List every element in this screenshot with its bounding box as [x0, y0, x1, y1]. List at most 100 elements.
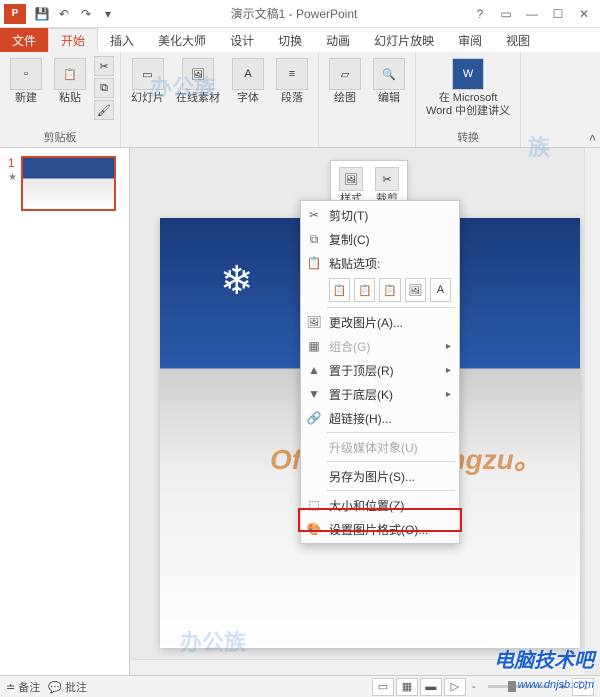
ribbon-group-drawing: ▱ 绘图 🔍 编辑 — [319, 52, 416, 147]
paste-button[interactable]: 📋 粘贴 — [50, 56, 90, 107]
style-icon: 🖼 — [339, 167, 363, 191]
snowflake-graphic: ❄ — [220, 258, 254, 304]
slide-thumbnails-panel: 1 ★ — [0, 148, 130, 675]
ribbon-group-convert: W 在 Microsoft Word 中创建讲义 转换 — [416, 52, 521, 147]
paste-option-2[interactable]: 📋 — [354, 278, 375, 302]
paste-option-5[interactable]: A — [430, 278, 451, 302]
ribbon-options-icon[interactable]: ▭ — [494, 4, 518, 24]
paste-icon: 📋 — [54, 58, 86, 90]
window-controls: ? ▭ — ☐ ✕ — [468, 4, 600, 24]
paste-icon: 📋 — [305, 254, 323, 272]
cm-separator — [327, 490, 455, 491]
editing-icon: 🔍 — [373, 58, 405, 90]
cm-size-position[interactable]: ⬚ 大小和位置(Z)... — [301, 493, 459, 517]
tab-home[interactable]: 开始 — [48, 28, 98, 52]
size-icon: ⬚ — [305, 496, 323, 514]
slide-thumbnail[interactable]: 1 ★ — [8, 156, 121, 211]
cm-upgrade-media: 升级媒体对象(U) — [301, 435, 459, 459]
title-bar: P 💾 ↶ ↷ ▾ 演示文稿1 - PowerPoint ? ▭ — ☐ ✕ — [0, 0, 600, 28]
minimize-icon[interactable]: — — [520, 4, 544, 24]
reading-view-icon[interactable]: ▬ — [420, 678, 442, 696]
status-bar: ≐ 备注 💬 批注 ▭ ▦ ▬ ▷ - + ⛶ — [0, 675, 600, 697]
tab-design[interactable]: 设计 — [218, 28, 266, 52]
help-icon[interactable]: ? — [468, 4, 492, 24]
new-slide-icon: ▫ — [10, 58, 42, 90]
paste-option-1[interactable]: 📋 — [329, 278, 350, 302]
app-icon: P — [4, 4, 26, 24]
redo-icon[interactable]: ↷ — [78, 6, 94, 22]
new-slide-button[interactable]: ▫ 新建 — [6, 56, 46, 107]
tab-animations[interactable]: 动画 — [314, 28, 362, 52]
save-icon[interactable]: 💾 — [34, 6, 50, 22]
paste-option-3[interactable]: 📋 — [379, 278, 400, 302]
tab-file[interactable]: 文件 — [0, 28, 48, 52]
drawing-button[interactable]: ▱ 绘图 — [325, 56, 365, 107]
send-back-icon: ▼ — [305, 385, 323, 403]
paste-options-row: 📋 📋 📋 🖼 A — [301, 275, 459, 305]
sorter-view-icon[interactable]: ▦ — [396, 678, 418, 696]
chevron-right-icon: ▸ — [446, 389, 451, 400]
font-button[interactable]: A 字体 — [228, 56, 268, 107]
bring-front-icon: ▲ — [305, 361, 323, 379]
cm-save-as-picture[interactable]: 另存为图片(S)... — [301, 464, 459, 488]
thumbnail-number: 1 — [8, 156, 17, 170]
ribbon-group-clipboard: ▫ 新建 📋 粘贴 ✂ ⧉ 🖌 剪贴板 — [0, 52, 121, 147]
notes-button[interactable]: ≐ 备注 — [6, 679, 40, 695]
format-painter-icon[interactable]: 🖌 — [94, 100, 114, 120]
window-title: 演示文稿1 - PowerPoint — [120, 5, 468, 22]
cut-icon[interactable]: ✂ — [94, 56, 114, 76]
tab-insert[interactable]: 插入 — [98, 28, 146, 52]
cm-cut[interactable]: ✂ 剪切(T) — [301, 203, 459, 227]
copy-icon[interactable]: ⧉ — [94, 78, 114, 98]
close-icon[interactable]: ✕ — [572, 4, 596, 24]
maximize-icon[interactable]: ☐ — [546, 4, 570, 24]
paragraph-button[interactable]: ≡ 段落 — [272, 56, 312, 107]
cm-bring-front[interactable]: ▲ 置于顶层(R) ▸ — [301, 358, 459, 382]
vertical-scrollbar[interactable] — [584, 148, 600, 659]
cm-hyperlink[interactable]: 🔗 超链接(H)... — [301, 406, 459, 430]
group-icon: ▦ — [305, 337, 323, 355]
crop-icon: ✂ — [375, 167, 399, 191]
thumbnail-preview — [21, 156, 116, 211]
normal-view-icon[interactable]: ▭ — [372, 678, 394, 696]
font-icon: A — [232, 58, 264, 90]
cm-format-picture[interactable]: 🎨 设置图片格式(O)... — [301, 517, 459, 541]
slideshow-view-icon[interactable]: ▷ — [444, 678, 466, 696]
slides-icon: ▭ — [132, 58, 164, 90]
clipboard-group-label: 剪贴板 — [44, 127, 77, 145]
ribbon-group-slides: ▭ 幻灯片 🖼 在线素材 A 字体 ≡ 段落 — [121, 52, 319, 147]
tab-slideshow[interactable]: 幻灯片放映 — [362, 28, 446, 52]
site-watermark: 电脑技术吧 — [494, 644, 594, 673]
tab-transitions[interactable]: 切换 — [266, 28, 314, 52]
online-assets-icon: 🖼 — [182, 58, 214, 90]
cm-copy[interactable]: ⧉ 复制(C) — [301, 227, 459, 251]
zoom-thumb[interactable] — [508, 681, 516, 692]
undo-icon[interactable]: ↶ — [56, 6, 72, 22]
cm-separator — [327, 307, 455, 308]
zoom-out-button[interactable]: - — [468, 681, 480, 693]
paste-option-4[interactable]: 🖼 — [405, 278, 426, 302]
slides-button[interactable]: ▭ 幻灯片 — [127, 56, 168, 107]
change-picture-icon: 🖼 — [305, 313, 323, 331]
chevron-right-icon: ▸ — [446, 365, 451, 376]
chevron-right-icon: ▸ — [446, 341, 451, 352]
online-assets-button[interactable]: 🖼 在线素材 — [172, 56, 224, 107]
tab-view[interactable]: 视图 — [494, 28, 542, 52]
cm-change-picture[interactable]: 🖼 更改图片(A)... — [301, 310, 459, 334]
cut-icon: ✂ — [305, 206, 323, 224]
cm-send-back[interactable]: ▼ 置于底层(K) ▸ — [301, 382, 459, 406]
paragraph-icon: ≡ — [276, 58, 308, 90]
comments-button[interactable]: 💬 批注 — [48, 679, 87, 695]
tab-beautify[interactable]: 美化大师 — [146, 28, 218, 52]
editing-button[interactable]: 🔍 编辑 — [369, 56, 409, 107]
context-menu: ✂ 剪切(T) ⧉ 复制(C) 📋 粘贴选项: 📋 📋 📋 🖼 A 🖼 更改图片… — [300, 200, 460, 544]
qat-dropdown-icon[interactable]: ▾ — [100, 6, 116, 22]
collapse-ribbon-icon[interactable]: ˄ — [589, 131, 596, 145]
word-icon: W — [452, 58, 484, 90]
cm-separator — [327, 461, 455, 462]
tab-review[interactable]: 审阅 — [446, 28, 494, 52]
ribbon-tabs: 文件 开始 插入 美化大师 设计 切换 动画 幻灯片放映 审阅 视图 — [0, 28, 600, 52]
word-handout-button[interactable]: W 在 Microsoft Word 中创建讲义 — [422, 56, 514, 120]
copy-icon: ⧉ — [305, 230, 323, 248]
site-url: www.dnjsb.com — [518, 679, 594, 691]
